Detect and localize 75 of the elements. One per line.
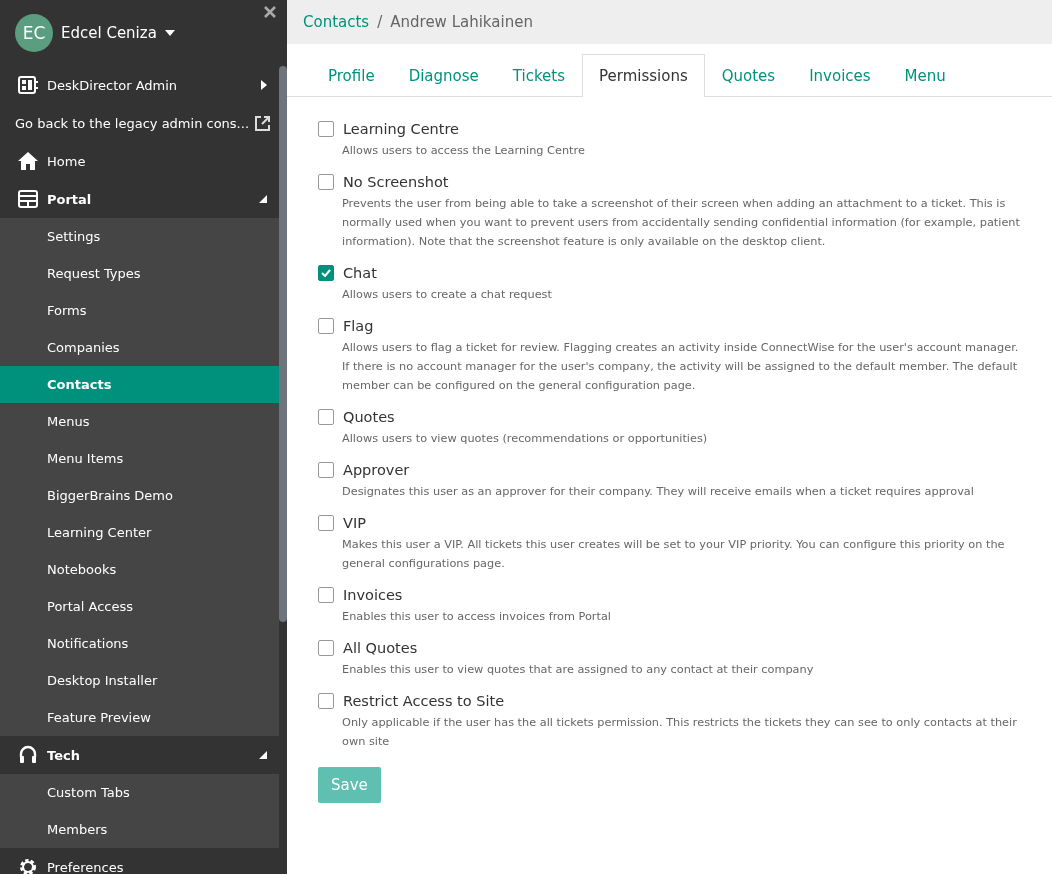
sidebar-item[interactable]: Desktop Installer — [0, 662, 279, 699]
expand-icon — [259, 751, 267, 759]
permission-label: Approver — [343, 462, 410, 478]
permission-description: Enables this user to access invoices from Portal — [342, 609, 612, 625]
permission-label: Flag — [343, 318, 374, 334]
sidebar-item[interactable]: Request Types — [0, 255, 279, 292]
tab[interactable]: Diagnose — [391, 54, 496, 97]
permission-label: Restrict Access to Site — [343, 693, 505, 709]
checkbox[interactable] — [318, 462, 334, 478]
breadcrumb-text: / — [377, 13, 383, 31]
permission-description: Makes this user a VIP. All tickets this user creates will be set to your VIP priority. You can configure this priority on the general configurations page. — [342, 537, 1006, 572]
tab[interactable]: Tickets — [495, 54, 582, 97]
permission-description: Allows users to view quotes (recommendations or opportunities) — [342, 431, 709, 447]
tab[interactable]: Menu — [887, 54, 963, 97]
permission-label: Quotes — [343, 409, 395, 425]
settings-icon — [18, 857, 38, 874]
checkbox[interactable] — [318, 515, 334, 531]
check-icon — [321, 269, 331, 277]
home-icon — [18, 152, 38, 170]
window-icon — [18, 190, 38, 208]
checkbox[interactable] — [318, 265, 334, 281]
checkbox[interactable] — [318, 640, 334, 656]
permission-description: Allows users to create a chat request — [342, 287, 553, 303]
tab[interactable]: Profile — [311, 54, 392, 97]
permission-description: Prevents the user from being able to take a screenshot of their screen when adding an attachment to a ticket. This is normally used when you want to prevent users from accidentally sending confidential information (for example, patient information). Note that the screenshot feature is only available on the desktop client. — [342, 196, 1021, 250]
sidebar-item[interactable]: Notebooks — [0, 551, 279, 588]
headset-icon — [18, 745, 38, 765]
checkbox[interactable] — [318, 409, 334, 425]
sidebar-item[interactable]: Forms — [0, 292, 279, 329]
user-menu[interactable]: Edcel Ceniza — [61, 24, 157, 42]
sidebar-item[interactable]: DeskDirector Admin — [0, 66, 279, 104]
breadcrumb-text: Andrew Lahikainen — [390, 13, 533, 31]
checkbox[interactable] — [318, 318, 334, 334]
sidebar-item[interactable]: Settings — [0, 218, 279, 255]
dashboard-icon — [18, 76, 38, 94]
tab[interactable]: Invoices — [792, 54, 888, 97]
permission-label: Invoices — [343, 587, 403, 603]
sidebar-item[interactable]: Menu Items — [0, 440, 279, 477]
sidebar-item[interactable]: Portal Access — [0, 588, 279, 625]
close-icon[interactable] — [264, 6, 276, 18]
checkbox[interactable] — [318, 693, 334, 709]
external-link-icon — [255, 115, 270, 131]
permission-label: VIP — [343, 515, 366, 531]
permission-description: Allows users to access the Learning Centre — [342, 143, 586, 159]
checkbox[interactable] — [318, 174, 334, 190]
expand-icon — [259, 195, 267, 203]
sidebar-item[interactable]: Preferences — [0, 848, 279, 874]
sidebar-section[interactable]: Portal — [0, 180, 279, 218]
arrow-icon — [261, 80, 267, 90]
permission-label: Chat — [343, 265, 377, 281]
sidebar-item[interactable]: BiggerBrains Demo — [0, 477, 279, 514]
sidebar-item[interactable]: Go back to the legacy admin cons... — [0, 104, 279, 142]
sidebar-item[interactable]: Members — [0, 811, 279, 848]
permission-description: Designates this user as an approver for their company. They will receive emails when a ticket requires approval — [342, 484, 975, 500]
sidebar-item[interactable]: Learning Center — [0, 514, 279, 551]
sidebar-item[interactable]: Notifications — [0, 625, 279, 662]
sidebar-item[interactable]: Companies — [0, 329, 279, 366]
checkbox[interactable] — [318, 587, 334, 603]
permission-label: All Quotes — [343, 640, 418, 656]
tab[interactable]: Quotes — [704, 54, 793, 97]
permission-label: Learning Centre — [343, 121, 460, 137]
permission-description: Enables this user to view quotes that are assigned to any contact at their company — [342, 662, 815, 678]
checkbox[interactable] — [318, 121, 334, 137]
tab[interactable]: Permissions — [582, 54, 705, 97]
sidebar-item[interactable]: Home — [0, 142, 279, 180]
permission-label: No Screenshot — [343, 174, 449, 190]
permission-description: Only applicable if the user has the all tickets permission. This restricts the tickets they can see to only contacts at their own site — [342, 715, 1018, 750]
sidebar-item[interactable]: Feature Preview — [0, 699, 279, 736]
caret-icon — [164, 30, 175, 36]
sidebar-section[interactable]: Tech — [0, 736, 279, 774]
sidebar-item[interactable]: Menus — [0, 403, 279, 440]
sidebar-item[interactable]: Custom Tabs — [0, 774, 279, 811]
sidebar-item[interactable]: Contacts — [0, 366, 279, 403]
permission-description: Allows users to flag a ticket for review. Flagging creates an activity inside ConnectWise for the user's account manager. If there is no account manager for the user's company, the activity will be assigned to the default member. The default member can be configured on the general configuration page. — [342, 340, 1020, 394]
scrollbar[interactable] — [279, 66, 287, 622]
